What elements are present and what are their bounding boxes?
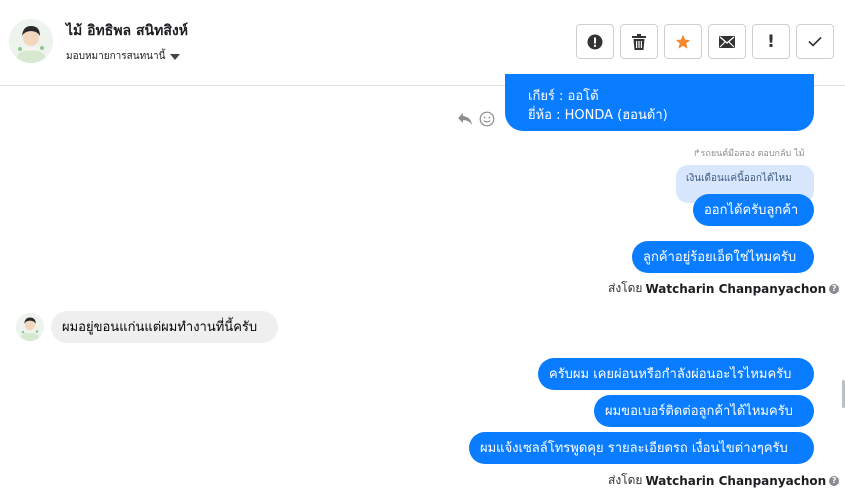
- avatar-photo: [16, 313, 44, 341]
- sent-by-info: ส่งโดย Watcharin Chanpanyachon ?: [608, 471, 840, 490]
- delete-button[interactable]: [620, 24, 658, 59]
- mark-spam-button[interactable]: [576, 24, 614, 59]
- outgoing-message: ครับผม เคยผ่อนหรือกำลังผ่อนอะไรไหมครับ: [538, 358, 814, 390]
- exclamation-icon: !: [767, 31, 775, 52]
- outgoing-message: ผมแจ้งเซลล์โทรพูดคุย รายละเอียดรถ เงื่อน…: [469, 432, 814, 464]
- assign-conversation-dropdown[interactable]: มอบหมายการสนทนานี้: [66, 49, 181, 64]
- avatar-photo: [9, 19, 53, 63]
- previous-message-line: เกียร์ : ออโต้: [528, 89, 599, 104]
- mark-done-button[interactable]: [796, 24, 834, 59]
- contact-avatar[interactable]: [9, 19, 53, 63]
- reply-context-note: ↱รถยนต์มือสอง ตอบกลับ ไม้: [693, 149, 805, 159]
- check-icon: [808, 36, 822, 47]
- sent-by-agent: Watcharin Chanpanyachon: [645, 473, 827, 488]
- contact-avatar-small: [16, 313, 44, 341]
- sent-by-prefix: ส่งโดย: [608, 473, 643, 487]
- help-icon[interactable]: ?: [829, 475, 840, 486]
- star-button[interactable]: [664, 24, 702, 59]
- outgoing-message: ออกได้ครับลูกค้า: [693, 194, 814, 226]
- mark-unread-button[interactable]: [708, 24, 746, 59]
- previous-message-line: ยี่ห้อ : HONDA (ฮอนด้า): [528, 108, 668, 123]
- conversation-actions: !: [576, 24, 834, 59]
- incoming-message: ผมอยู่ขอนแก่นแต่ผมทำงานที่นี้ครับ: [51, 311, 278, 343]
- assign-label: มอบหมายการสนทนานี้: [66, 51, 166, 62]
- contact-name: ไม้ อิทธิพล สนิทสิงห์: [66, 23, 188, 39]
- outgoing-message: ผมขอเบอร์ติดต่อลูกค้าได้ไหมครับ: [594, 395, 814, 427]
- follow-up-button[interactable]: !: [752, 24, 790, 59]
- previous-message-bubble: เกียร์ : ออโต้ ยี่ห้อ : HONDA (ฮอนด้า): [505, 74, 814, 131]
- envelope-icon: [719, 35, 735, 48]
- caret-down-icon: [170, 54, 181, 60]
- sent-by-info: ส่งโดย Watcharin Chanpanyachon ?: [608, 279, 840, 298]
- sent-by-agent: Watcharin Chanpanyachon: [645, 281, 827, 296]
- reply-icon[interactable]: [457, 111, 473, 130]
- outgoing-message: ลูกค้าอยู่ร้อยเอ็ดใช่ไหมครับ: [632, 241, 814, 273]
- exclamation-circle-icon: [587, 34, 603, 49]
- emoji-icon[interactable]: [479, 111, 495, 131]
- help-icon[interactable]: ?: [829, 283, 840, 294]
- star-icon: [675, 34, 691, 49]
- sent-by-prefix: ส่งโดย: [608, 281, 643, 295]
- trash-icon: [632, 33, 646, 50]
